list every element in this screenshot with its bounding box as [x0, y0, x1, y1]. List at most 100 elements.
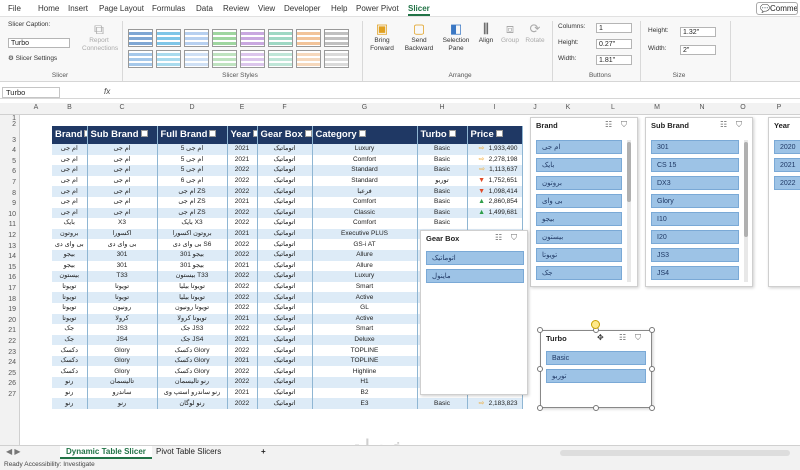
row-header[interactable]: 8	[0, 190, 18, 197]
slicer-item[interactable]: JS3	[651, 248, 739, 262]
multi-select-icon[interactable]: ☷	[720, 120, 727, 129]
row-header[interactable]: 18	[0, 296, 18, 303]
table-cell[interactable]: ام جی	[52, 165, 88, 176]
table-cell[interactable]: 2022	[227, 377, 258, 388]
table-cell[interactable]: 2021	[227, 144, 258, 155]
table-cell[interactable]: دکسک	[52, 355, 88, 367]
slicer-item[interactable]: تویوتا	[536, 248, 622, 262]
table-cell[interactable]: ⇨ 2,278,198	[467, 154, 523, 166]
table-cell[interactable]: تویوتا رونیون	[157, 302, 228, 314]
table-cell[interactable]: اتوماتیک	[257, 345, 313, 356]
table-cell[interactable]: Glory	[87, 345, 158, 356]
tab-review[interactable]: Review	[223, 4, 249, 13]
slicer-item[interactable]: بایک	[536, 158, 622, 172]
table-cell[interactable]: اتوماتیک	[257, 207, 313, 219]
tab-dynamic-table-slicer[interactable]: Dynamic Table Slicer	[60, 446, 152, 459]
table-cell[interactable]: ام جی	[87, 186, 158, 197]
resize-handle[interactable]	[537, 366, 543, 372]
slicer-style-15[interactable]	[296, 50, 321, 68]
table-cell[interactable]: ام جی	[87, 144, 158, 155]
table-cell[interactable]: Glory	[87, 355, 158, 367]
slicer-style-13[interactable]	[240, 50, 265, 68]
column-header[interactable]: M	[638, 104, 676, 111]
table-cell[interactable]: رنو	[52, 398, 88, 409]
slicer-item[interactable]: 301	[651, 140, 739, 154]
table-cell[interactable]: رنو تالیسمان	[157, 377, 228, 388]
table-cell[interactable]: اتوماتیک	[257, 292, 313, 303]
row-header[interactable]: 21	[0, 327, 18, 334]
table-cell[interactable]: TOPLINE	[312, 345, 418, 356]
table-cell[interactable]: دکسک Glory	[157, 366, 228, 378]
table-cell[interactable]: اتوماتیک	[257, 313, 313, 325]
table-cell[interactable]: جک JS3	[157, 324, 228, 335]
table-cell[interactable]: 2022	[227, 207, 258, 219]
slicer-style-3[interactable]	[184, 29, 209, 47]
row-header[interactable]: 10	[0, 211, 18, 218]
table-cell[interactable]: ام جی ZS	[157, 196, 228, 208]
fx-icon[interactable]: fx	[104, 87, 110, 96]
slicer-style-8[interactable]	[324, 29, 349, 47]
table-cell[interactable]: ام جی 6	[157, 175, 228, 187]
rotate-handle[interactable]	[591, 320, 600, 329]
table-cell[interactable]: ام جی	[52, 207, 88, 219]
row-header[interactable]: 12	[0, 232, 18, 239]
table-cell[interactable]: تالیسمان	[87, 377, 158, 388]
table-cell[interactable]: بروتون اکسورا	[157, 228, 228, 240]
tab-power-pivot[interactable]: Power Pivot	[356, 4, 399, 13]
table-cell[interactable]: ام جی ZS	[157, 186, 228, 197]
table-cell[interactable]: 2021	[227, 387, 258, 399]
tab-file[interactable]: File	[8, 4, 21, 13]
table-cell[interactable]: 2022	[227, 165, 258, 176]
table-cell[interactable]: اتوماتیک	[257, 196, 313, 208]
table-cell[interactable]: Basic	[417, 196, 468, 208]
table-cell[interactable]: رنو	[52, 377, 88, 388]
slicer-item[interactable]: توربو	[546, 369, 646, 383]
table-cell[interactable]: 2021	[227, 154, 258, 166]
table-cell[interactable]: ام جی	[52, 196, 88, 208]
table-cell[interactable]: ام جی	[52, 144, 88, 155]
slicer-item[interactable]: I10	[651, 212, 739, 226]
tab-page-layout[interactable]: Page Layout	[99, 4, 144, 13]
row-header[interactable]: 14	[0, 253, 18, 260]
table-cell[interactable]: Basic	[417, 207, 468, 219]
row-header[interactable]: 22	[0, 338, 18, 345]
table-cell[interactable]: Glory	[87, 366, 158, 378]
bring-forward-button[interactable]: ▣ Bring Forward	[366, 21, 398, 53]
row-header[interactable]: 9	[0, 200, 18, 207]
comments-button[interactable]: 💬Comments	[756, 2, 798, 15]
table-cell[interactable]: ام جی	[52, 175, 88, 187]
slicer-item[interactable]: ام جی	[536, 140, 622, 154]
slicer-settings-button[interactable]: ⚙ Slicer Settings	[8, 55, 57, 63]
table-cell[interactable]: توربو	[417, 175, 468, 187]
table-cell[interactable]: اتوماتیک	[257, 398, 313, 409]
send-backward-button[interactable]: ▢ Send Backward	[402, 21, 436, 53]
button-width-input[interactable]: 1.81"	[596, 55, 632, 65]
slicer-style-7[interactable]	[296, 29, 321, 47]
table-cell[interactable]: رنو	[52, 387, 88, 399]
sub-brand-slicer[interactable]: Sub Brand ☷ ⛉ 301 CS 15 DX3 Glory I10 I20 JS3 J…	[645, 117, 753, 287]
table-cell[interactable]: رنو ساندرو استپ وی	[157, 387, 228, 399]
row-header[interactable]: 3	[0, 137, 18, 144]
button-height-input[interactable]: 0.27"	[596, 39, 632, 49]
table-cell[interactable]: دکسک	[52, 366, 88, 378]
table-cell[interactable]: Basic	[417, 165, 468, 176]
table-cell[interactable]: دکسک Glory	[157, 345, 228, 356]
filter-dropdown-icon[interactable]	[448, 129, 456, 137]
slicer-item[interactable]: Basic	[546, 351, 646, 365]
slicer-item[interactable]: I20	[651, 230, 739, 244]
table-cell[interactable]: کرولا	[87, 313, 158, 325]
slicer-item[interactable]: 2021	[774, 158, 800, 172]
tab-formulas[interactable]: Formulas	[152, 4, 185, 13]
table-cell[interactable]: اتوماتیک	[257, 324, 313, 335]
scrollbar-thumb[interactable]	[744, 142, 748, 237]
table-cell[interactable]: JS3	[87, 324, 158, 335]
column-header[interactable]: P	[758, 104, 800, 111]
slicer-style-4[interactable]	[212, 29, 237, 47]
table-cell[interactable]: ام جی	[52, 154, 88, 166]
slicer-style-12[interactable]	[212, 50, 237, 68]
table-cell[interactable]: بیجو	[52, 249, 88, 261]
resize-handle[interactable]	[649, 405, 655, 411]
tab-view[interactable]: View	[258, 4, 275, 13]
table-cell[interactable]: Classic	[312, 207, 418, 219]
table-cell[interactable]: 2022	[227, 324, 258, 335]
